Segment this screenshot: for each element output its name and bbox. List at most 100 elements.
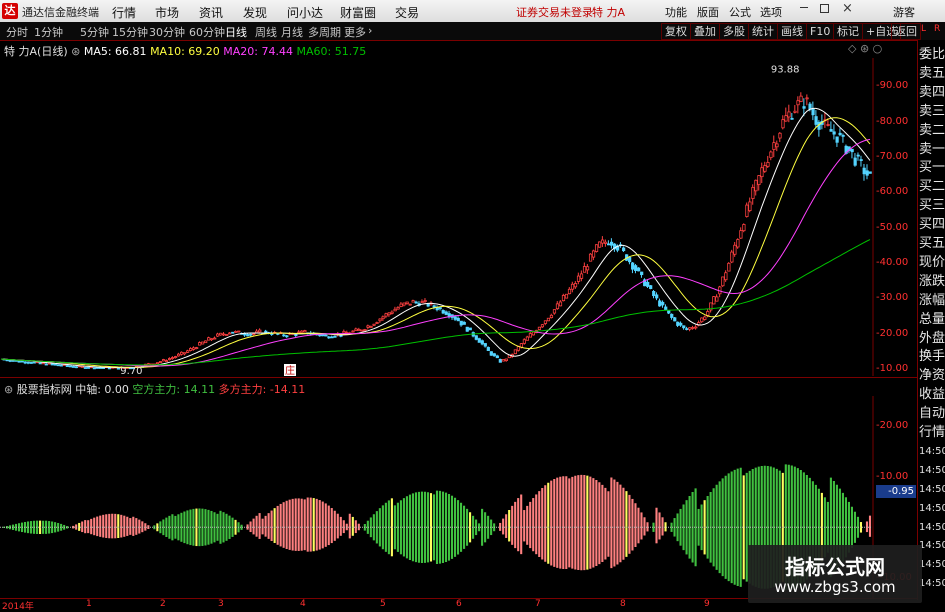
price-chart[interactable]: 93.88 9.70 庄 — [0, 58, 917, 376]
right-panel-item[interactable]: 换手 — [919, 348, 945, 366]
close-icon[interactable]: × — [842, 1, 853, 16]
candle-body — [640, 271, 644, 276]
right-panel-item[interactable]: 卖三 — [919, 103, 945, 121]
btn-overlay[interactable]: 叠加 — [690, 23, 720, 40]
menu-item-discover[interactable]: 发现 — [243, 4, 267, 21]
right-panel-item[interactable]: 买三 — [919, 197, 945, 215]
candle-body — [546, 317, 551, 322]
btn-draw[interactable]: 画线 — [777, 23, 807, 40]
price-tick-label: -50.00 — [876, 221, 909, 233]
candle-body — [246, 334, 250, 337]
indicator-gear-icon[interactable]: ⊛ — [4, 383, 13, 396]
period-60min[interactable]: 60分钟 — [189, 24, 225, 40]
candle-body — [393, 308, 397, 312]
right-panel-item[interactable]: 总量 — [919, 311, 945, 329]
menu-item-trade[interactable]: 交易 — [395, 4, 419, 21]
candle-body — [297, 331, 301, 334]
candle-body — [41, 362, 45, 365]
period-weekly[interactable]: 周线 — [255, 24, 277, 40]
candle-body — [444, 311, 448, 315]
right-panel-item[interactable]: 买一 — [919, 159, 945, 177]
candle-body — [180, 351, 184, 355]
right-panel-item[interactable]: 14:50 — [919, 556, 945, 574]
right-panel-item[interactable]: 涨幅 — [919, 292, 945, 310]
right-panel-item[interactable]: 14:50 — [919, 443, 945, 461]
candle-body — [748, 201, 752, 211]
right-panel-item[interactable]: 卖四 — [919, 84, 945, 102]
period-more[interactable]: 更多 — [344, 24, 366, 40]
menu-item-news[interactable]: 资讯 — [199, 4, 223, 21]
menu-item-assistant[interactable]: 问小达 — [287, 4, 323, 21]
candle-body — [276, 333, 280, 335]
menu-item-layout[interactable]: 版面 — [697, 4, 719, 20]
right-panel-item[interactable]: 14:50 — [919, 575, 945, 593]
right-panel-item[interactable]: 14:50 — [919, 519, 945, 537]
candle-body — [486, 347, 490, 351]
right-panel-item[interactable]: 委比 — [919, 46, 945, 64]
menu-item-market[interactable]: 市场 — [155, 4, 179, 21]
right-panel-item[interactable]: 涨跌 — [919, 273, 945, 291]
period-15min[interactable]: 15分钟 — [112, 24, 148, 40]
period-30min[interactable]: 30分钟 — [149, 24, 185, 40]
right-panel-item[interactable]: 外盘 — [919, 330, 945, 348]
legend-ma20: MA20: 74.44 — [223, 45, 293, 58]
right-panel-item[interactable]: 现价 — [919, 254, 945, 272]
guest-label[interactable]: 游客 — [893, 4, 915, 20]
btn-adjust[interactable]: 复权 — [661, 23, 691, 40]
btn-stats[interactable]: 统计 — [748, 23, 778, 40]
panel-corner-l[interactable]: L — [921, 24, 926, 34]
price-legend: 特 力A(日线) ⊛ MA5: 66.81 MA10: 69.20 MA20: … — [4, 43, 366, 59]
right-panel-item[interactable]: 买五 — [919, 235, 945, 253]
minimize-icon[interactable] — [800, 7, 808, 8]
candle-body — [170, 357, 175, 359]
candle-body — [661, 301, 665, 306]
ma20-line — [0, 138, 871, 367]
btn-back[interactable]: 返回 — [891, 23, 921, 40]
candle-body — [700, 317, 704, 323]
candle-body — [339, 334, 343, 337]
right-panel-item[interactable]: 卖五 — [919, 65, 945, 83]
menu-item-formula[interactable]: 公式 — [729, 4, 751, 20]
period-monthly[interactable]: 月线 — [281, 24, 303, 40]
candle-body — [189, 348, 193, 351]
candle-body — [793, 110, 797, 113]
right-panel-item[interactable]: 行情 — [919, 424, 945, 442]
chart-settings-icon[interactable]: ◇ ⊛ ○ — [848, 42, 882, 55]
candle-body — [303, 330, 307, 333]
maximize-icon[interactable] — [820, 4, 829, 13]
candle-body — [366, 325, 370, 328]
legend-gear-icon[interactable]: ⊛ — [71, 45, 80, 58]
right-panel-item[interactable]: 14:50 — [919, 481, 945, 499]
right-panel-item[interactable]: 14:50 — [919, 500, 945, 518]
candle-body — [673, 317, 677, 322]
period-1min[interactable]: 1分钟 — [34, 24, 63, 40]
right-panel-item[interactable]: 卖二 — [919, 122, 945, 140]
btn-mark[interactable]: 标记 — [833, 23, 863, 40]
right-panel-item[interactable]: 收益 — [919, 386, 945, 404]
period-5min[interactable]: 5分钟 — [80, 24, 109, 40]
chevron-right-icon[interactable]: › — [368, 24, 372, 37]
right-panel-item[interactable]: 买四 — [919, 216, 945, 234]
right-panel-item[interactable]: 卖一 — [919, 141, 945, 159]
btn-multi-stock[interactable]: 多股 — [719, 23, 749, 40]
menu-item-quotes[interactable]: 行情 — [112, 4, 136, 21]
candle-body — [769, 151, 773, 159]
panel-corner-r[interactable]: R — [934, 24, 940, 34]
candle-body — [65, 365, 69, 367]
period-intraday[interactable]: 分时 — [6, 24, 28, 40]
right-panel-item[interactable]: 买二 — [919, 178, 945, 196]
menu-item-function[interactable]: 功能 — [665, 4, 687, 20]
candle-body — [372, 323, 376, 326]
period-multi[interactable]: 多周期 — [308, 24, 341, 40]
right-panel-item[interactable]: 净资 — [919, 367, 945, 385]
menu-item-wealth[interactable]: 财富圈 — [340, 4, 376, 21]
btn-f10[interactable]: F10 — [806, 23, 835, 40]
period-daily[interactable]: 日线 — [225, 24, 247, 40]
right-panel-item[interactable]: 14:50 — [919, 537, 945, 555]
candle-body — [342, 330, 346, 334]
right-panel-item[interactable]: 14:50 — [919, 462, 945, 480]
menu-item-options[interactable]: 选项 — [760, 4, 782, 20]
right-panel-item[interactable]: 自动 — [919, 405, 945, 423]
candle-body — [68, 365, 72, 368]
candle-body — [198, 342, 202, 346]
